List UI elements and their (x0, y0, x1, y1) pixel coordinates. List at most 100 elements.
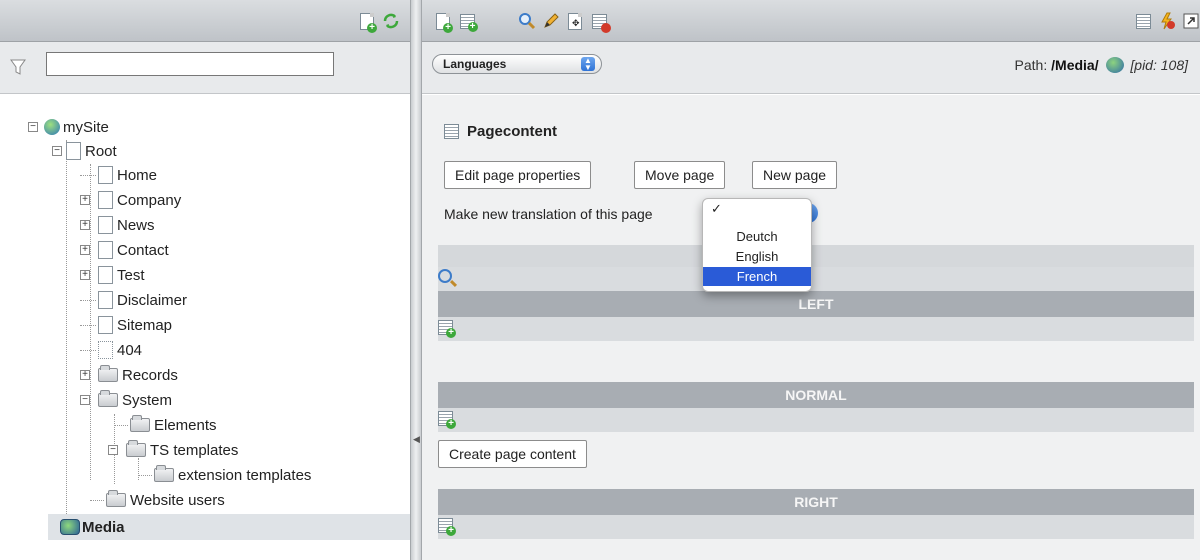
refresh-icon[interactable] (382, 12, 400, 30)
tree-node-label: Sitemap (117, 316, 173, 334)
expand-toggle-icon[interactable]: + (80, 195, 90, 205)
folder-icon (126, 440, 146, 457)
tree-node-label: News (117, 216, 155, 234)
tree-node-elements[interactable]: Elements (114, 414, 217, 436)
folder-icon (98, 390, 118, 407)
filter-icon[interactable] (10, 58, 26, 79)
tree-node-root[interactable]: − Root (52, 140, 117, 162)
folder-icon (106, 490, 126, 507)
new-record-icon[interactable]: + (458, 12, 478, 32)
new-page-icon[interactable]: + (358, 12, 377, 33)
search-icon[interactable] (438, 269, 452, 283)
search-icon[interactable] (518, 12, 536, 30)
history-icon[interactable] (590, 12, 611, 33)
page-content-icon (444, 124, 459, 139)
tree-node-label: System (122, 391, 173, 409)
tree-node-label: Test (117, 266, 145, 284)
column-header-left: LEFT (438, 291, 1194, 317)
tree-toolbar: + (0, 0, 410, 42)
page-icon (98, 241, 113, 259)
expand-toggle-icon[interactable]: + (80, 370, 90, 380)
new-page-icon[interactable]: + (434, 12, 453, 33)
expand-toggle-icon[interactable]: + (80, 270, 90, 280)
open-new-window-icon[interactable] (1182, 12, 1200, 30)
tree-node-website-users[interactable]: Website users (90, 489, 225, 511)
tree-node-home[interactable]: Home (80, 164, 157, 186)
tree-node-company[interactable]: + Company (80, 189, 181, 211)
page-module-content: Pagecontent Edit page properties Move pa… (422, 95, 1200, 560)
expand-toggle-icon[interactable]: + (80, 245, 90, 255)
new-page-button[interactable]: New page (752, 161, 838, 189)
panel-splitter[interactable]: ◀ (410, 0, 422, 560)
tree-node-system[interactable]: − System (80, 389, 172, 411)
checkmark-icon: ✓ (711, 201, 722, 216)
translation-label: Make new translation of this page (444, 206, 653, 222)
globe-icon (44, 119, 60, 135)
tree-filter-input[interactable] (46, 52, 334, 76)
page-icon (98, 166, 113, 184)
tree-node-test[interactable]: + Test (80, 264, 145, 286)
column-header-normal: NORMAL (438, 382, 1194, 408)
collapse-toggle-icon[interactable]: − (80, 395, 90, 405)
translation-dropdown: ✓ Deutch English French (702, 198, 812, 292)
dropdown-option-french[interactable]: French (703, 267, 811, 286)
tree-node-404[interactable]: 404 (80, 339, 142, 361)
new-content-icon[interactable]: + (438, 320, 456, 338)
tree-node-media-selected[interactable]: Media (48, 514, 410, 540)
page-icon (98, 291, 113, 309)
edit-page-properties-button[interactable]: Edit page properties (444, 161, 592, 189)
doc-header: Languages ▲ ▼ Path: /Media/ [pid: 108] (422, 42, 1200, 94)
tree-node-label: Website users (130, 491, 225, 509)
move-page-button[interactable]: Move page (634, 161, 726, 189)
new-content-icon[interactable]: + (438, 518, 456, 536)
page-path: Path: /Media/ [pid: 108] (1015, 57, 1188, 73)
folder-icon (154, 465, 174, 482)
collapse-arrow-icon[interactable]: ◀ (413, 434, 420, 445)
tree-node-contact[interactable]: + Contact (80, 239, 169, 261)
select-arrows-icon: ▲ ▼ (581, 57, 595, 72)
dropdown-option-deutch[interactable]: Deutch (703, 227, 811, 246)
media-folder-icon (60, 519, 80, 535)
page-icon (98, 191, 113, 209)
hidden-page-icon (98, 341, 113, 359)
folder-icon (98, 365, 118, 382)
page-tree: − mySite − Root Home + Company + News + … (0, 94, 410, 560)
clear-cache-icon[interactable] (1158, 12, 1176, 30)
tree-node-label: mySite (63, 118, 109, 136)
create-page-content-button[interactable]: Create page content (438, 440, 587, 468)
column-normal-row: + (438, 408, 1194, 432)
collapse-toggle-icon[interactable]: − (52, 146, 62, 156)
shortcut-page-icon (66, 142, 81, 160)
edit-icon[interactable] (542, 12, 560, 30)
tree-node-records[interactable]: + Records (80, 364, 178, 386)
expand-toggle-icon[interactable]: + (80, 220, 90, 230)
tree-node-extension-templates[interactable]: extension templates (138, 464, 311, 486)
page-icon (98, 316, 113, 334)
page-icon (98, 266, 113, 284)
move-icon[interactable]: ✥ (566, 12, 584, 30)
list-view-icon[interactable] (1134, 12, 1152, 30)
tree-node-disclaimer[interactable]: Disclaimer (80, 289, 187, 311)
collapse-toggle-icon[interactable]: − (108, 445, 118, 455)
collapse-toggle-icon[interactable]: − (28, 122, 38, 132)
language-select[interactable]: Languages ▲ ▼ (432, 54, 602, 74)
column-header-right: RIGHT (438, 489, 1194, 515)
tree-node-label: TS templates (150, 441, 239, 459)
new-content-icon[interactable]: + (438, 411, 456, 429)
column-left-row: + (438, 317, 1194, 341)
page-icon (98, 216, 113, 234)
column-right-row: + (438, 515, 1194, 539)
tree-node-label: 404 (117, 341, 143, 359)
section-title-text: Pagecontent (467, 123, 558, 140)
section-title: Pagecontent (444, 123, 557, 140)
default-language-row (438, 267, 1194, 291)
tree-node-label: Company (117, 191, 182, 209)
dropdown-option-english[interactable]: English (703, 247, 811, 266)
tree-node-news[interactable]: + News (80, 214, 155, 236)
tree-node-site[interactable]: − mySite (28, 116, 109, 138)
tree-node-ts-templates[interactable]: − TS templates (108, 439, 238, 461)
path-pid: [pid: 108] (1130, 57, 1188, 73)
tree-node-label: Media (82, 518, 125, 536)
tree-node-sitemap[interactable]: Sitemap (80, 314, 172, 336)
page-icon[interactable] (1105, 57, 1124, 73)
